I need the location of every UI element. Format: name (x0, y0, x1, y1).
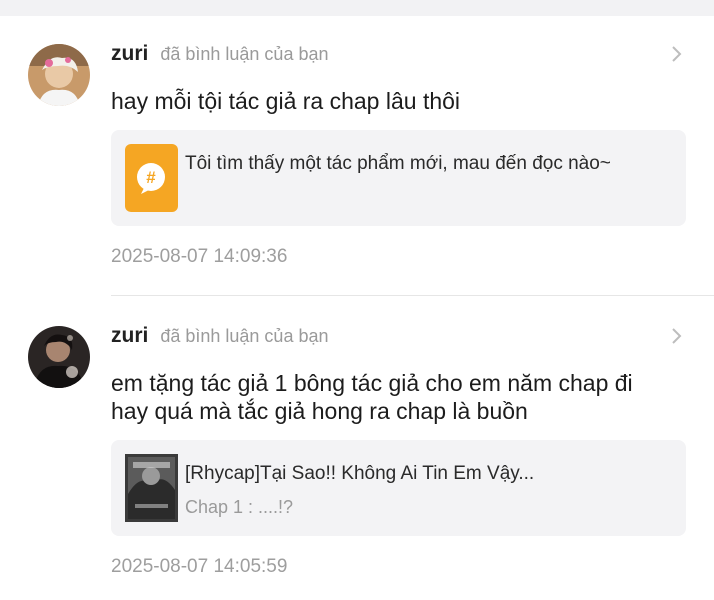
timestamp: 2025-08-07 14:09:36 (111, 246, 288, 267)
card-title: [Rhycap]Tại Sao!! Không Ai Tin Em Vậy... (185, 463, 535, 484)
work-card[interactable]: [Rhycap]Tại Sao!! Không Ai Tin Em Vậy...… (111, 440, 686, 536)
work-card[interactable]: # Tôi tìm thấy một tác phẩm mới, mau đến… (111, 130, 686, 226)
avatar-image (28, 44, 90, 106)
username[interactable]: zuri (111, 324, 148, 348)
comment-text: hay mỗi tội tác giả ra chap lâu thôi (111, 88, 461, 114)
action-text: đã bình luận của bạn (160, 326, 329, 346)
chevron-right-icon[interactable] (670, 44, 684, 64)
avatar-image (28, 326, 90, 388)
username[interactable]: zuri (111, 42, 148, 66)
chevron-right-icon[interactable] (670, 326, 684, 346)
action-text: đã bình luận của bạn (160, 44, 329, 64)
timestamp: 2025-08-07 14:05:59 (111, 556, 288, 577)
comment-text: em tặng tác giả 1 bông tác giả cho em nă… (111, 369, 691, 425)
comic-cover-thumbnail (125, 454, 178, 527)
svg-text:#: # (146, 168, 156, 187)
chapter-label: Chap 1 : ....!? (185, 497, 294, 517)
card-title: Tôi tìm thấy một tác phẩm mới, mau đến đ… (185, 153, 611, 174)
hashtag-icon: # (125, 144, 178, 217)
comment-line: hay quá mà tắc giả hong ra chap là buồn (111, 398, 528, 424)
comment-line: em tặng tác giả 1 bông tác giả cho em nă… (111, 370, 633, 396)
notification-item[interactable]: zuri đã bình luận của bạn em tặng tác gi… (0, 296, 714, 600)
avatar[interactable] (28, 326, 90, 388)
notification-item[interactable]: zuri đã bình luận của bạn hay mỗi tội tá… (0, 0, 714, 296)
avatar[interactable] (28, 44, 90, 106)
